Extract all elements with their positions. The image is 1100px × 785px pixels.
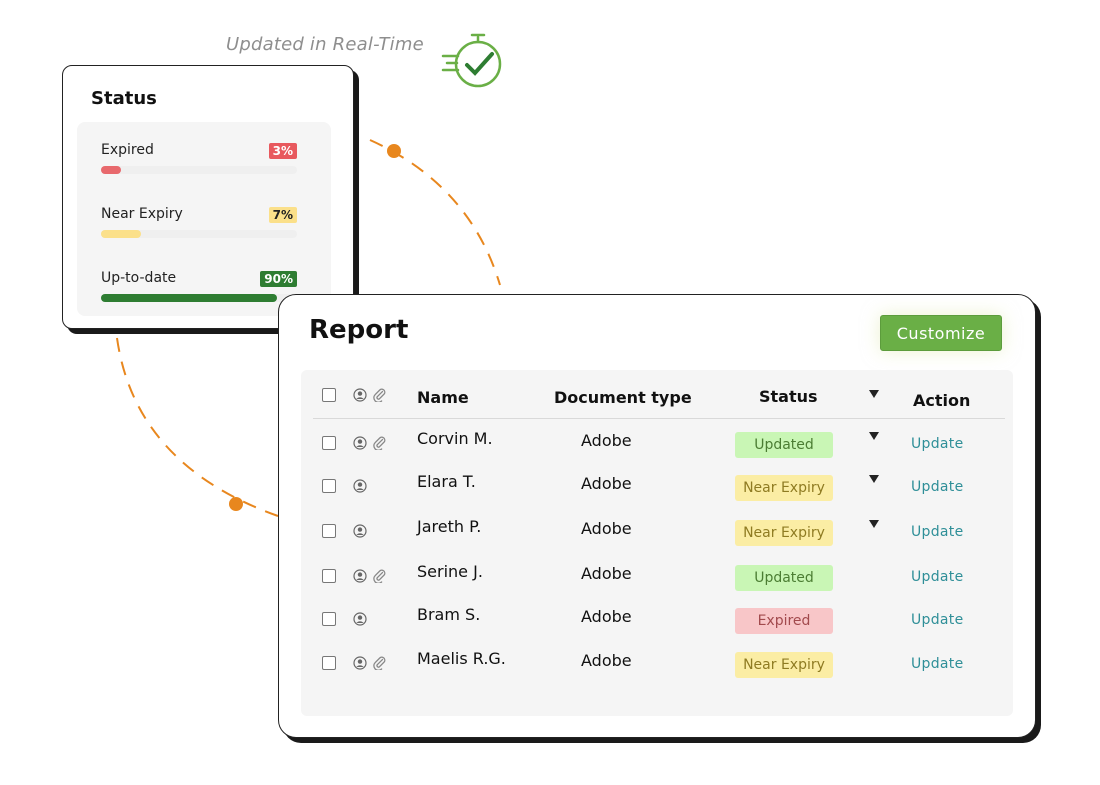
status-item-label: Expired xyxy=(101,142,154,158)
status-progress-track xyxy=(101,294,297,302)
status-card-title: Status xyxy=(91,88,157,109)
user-icon xyxy=(353,612,367,626)
row-document-type: Adobe xyxy=(581,564,632,583)
connector-dot-top xyxy=(387,144,401,158)
header-divider xyxy=(313,418,1005,419)
update-link[interactable]: Update xyxy=(911,612,964,628)
report-title: Report xyxy=(309,315,409,345)
connector-dot-bottom xyxy=(229,497,243,511)
user-icon xyxy=(353,569,367,583)
report-table: Name Document type Status Action Corvin … xyxy=(301,370,1013,716)
status-item-label: Near Expiry xyxy=(101,206,183,222)
status-dropdown-caret-icon[interactable] xyxy=(869,475,879,483)
column-header-status[interactable]: Status xyxy=(759,387,818,406)
row-document-type: Adobe xyxy=(581,431,632,450)
paperclip-icon[interactable] xyxy=(373,569,387,583)
column-header-document-type[interactable]: Document type xyxy=(554,388,692,407)
paperclip-icon[interactable] xyxy=(373,436,387,450)
report-card: Report Customize Name Document type Stat… xyxy=(278,294,1036,738)
row-status-badge: Expired xyxy=(735,608,833,634)
update-link[interactable]: Update xyxy=(911,479,964,495)
row-checkbox[interactable] xyxy=(322,524,336,538)
row-name: Bram S. xyxy=(417,605,481,624)
status-progress-fill xyxy=(101,294,278,302)
row-status-badge: Near Expiry xyxy=(735,520,833,546)
row-checkbox[interactable] xyxy=(322,436,336,450)
column-header-name[interactable]: Name xyxy=(417,388,469,407)
status-dropdown-caret-icon[interactable] xyxy=(869,432,879,440)
row-status-badge: Updated xyxy=(735,565,833,591)
status-progress-track xyxy=(101,230,297,238)
row-status-badge: Near Expiry xyxy=(735,652,833,678)
user-icon xyxy=(353,656,367,670)
status-dropdown-caret-icon[interactable] xyxy=(869,520,879,528)
row-checkbox[interactable] xyxy=(322,612,336,626)
status-progress-fill xyxy=(101,230,141,238)
row-checkbox[interactable] xyxy=(322,569,336,583)
status-percent-badge: 90% xyxy=(260,271,297,287)
row-document-type: Adobe xyxy=(581,519,632,538)
row-name: Serine J. xyxy=(417,562,483,581)
row-status-badge: Updated xyxy=(735,432,833,458)
user-icon xyxy=(353,524,367,538)
paperclip-icon[interactable] xyxy=(373,656,387,670)
row-document-type: Adobe xyxy=(581,651,632,670)
row-status-badge: Near Expiry xyxy=(735,475,833,501)
stopwatch-check-icon xyxy=(441,33,502,88)
status-item-label: Up-to-date xyxy=(101,270,177,286)
row-name: Corvin M. xyxy=(417,429,493,448)
row-checkbox[interactable] xyxy=(322,656,336,670)
row-document-type: Adobe xyxy=(581,474,632,493)
update-link[interactable]: Update xyxy=(911,524,964,540)
update-link[interactable]: Update xyxy=(911,569,964,585)
status-progress-track xyxy=(101,166,297,174)
tagline: Updated in Real-Time xyxy=(226,34,424,55)
status-sort-caret-icon[interactable] xyxy=(869,390,879,398)
status-percent-badge: 3% xyxy=(268,143,297,159)
status-card: Status Expired 3% Near Expiry 7% Up-to-d… xyxy=(62,65,354,329)
status-progress-fill xyxy=(101,166,121,174)
user-icon xyxy=(353,388,367,402)
row-name: Maelis R.G. xyxy=(417,649,506,668)
user-icon xyxy=(353,479,367,493)
paperclip-icon xyxy=(373,388,386,402)
status-percent-badge: 7% xyxy=(268,207,297,223)
update-link[interactable]: Update xyxy=(911,436,964,452)
row-name: Jareth P. xyxy=(417,517,482,536)
status-panel: Expired 3% Near Expiry 7% Up-to-date 90% xyxy=(77,122,331,316)
select-all-checkbox[interactable] xyxy=(322,388,336,402)
user-icon xyxy=(353,436,367,450)
row-checkbox[interactable] xyxy=(322,479,336,493)
update-link[interactable]: Update xyxy=(911,656,964,672)
row-document-type: Adobe xyxy=(581,607,632,626)
column-header-action: Action xyxy=(913,391,971,410)
row-name: Elara T. xyxy=(417,472,476,491)
customize-button[interactable]: Customize xyxy=(880,315,1002,351)
